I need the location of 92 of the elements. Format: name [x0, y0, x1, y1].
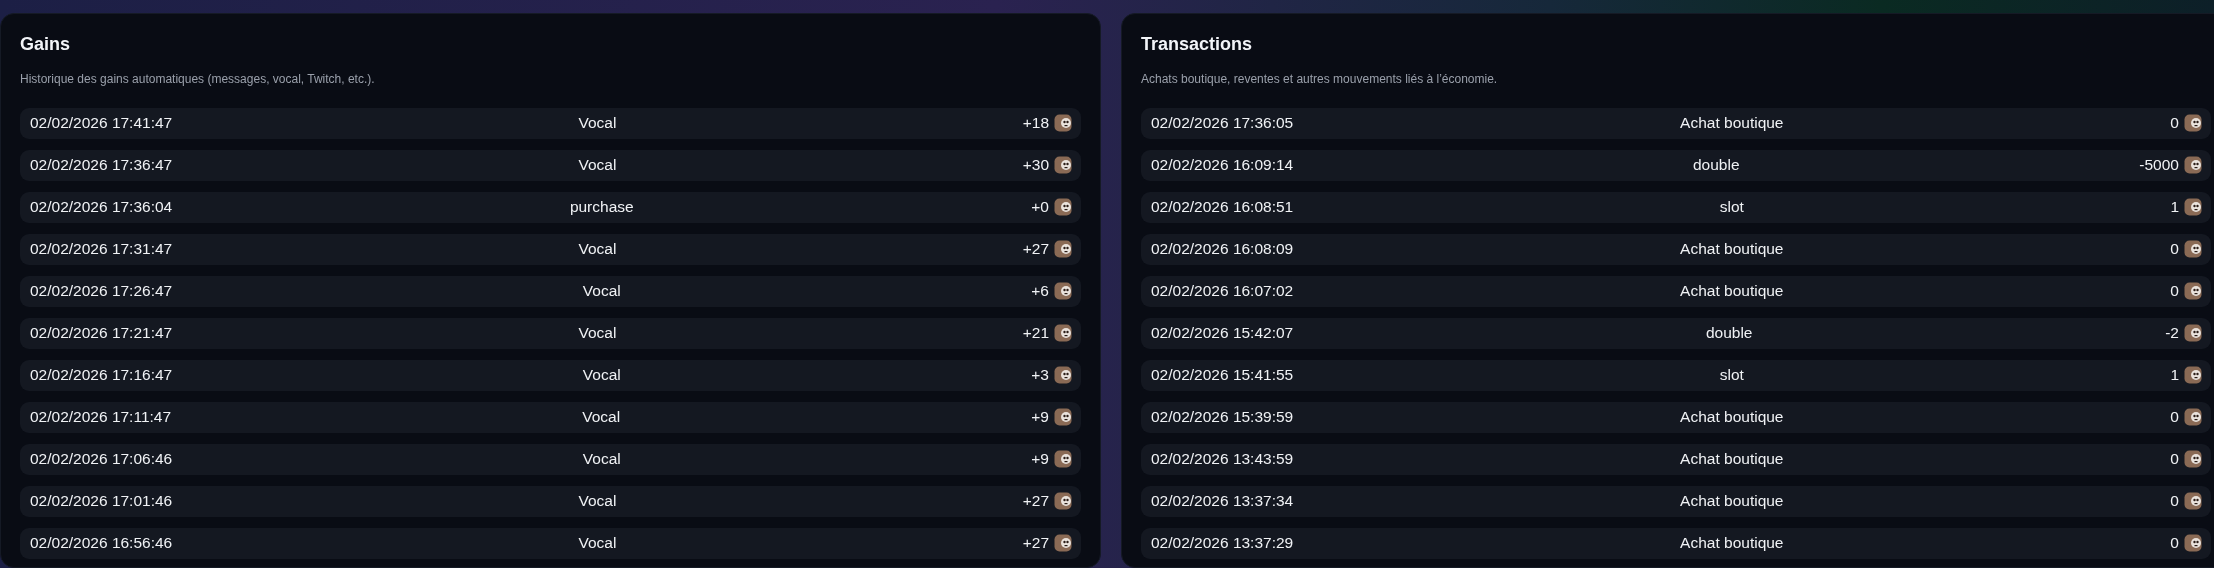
row-label: Achat boutique [1680, 281, 1784, 302]
row-date: 02/02/2026 17:36:47 [30, 155, 173, 176]
row-date: 02/02/2026 13:43:59 [1151, 449, 1294, 470]
token-icon [1054, 492, 1072, 511]
row-date: 02/02/2026 13:37:29 [1151, 533, 1294, 554]
row-date: 02/02/2026 16:09:14 [1151, 155, 1294, 176]
row-date: 02/02/2026 17:21:47 [30, 323, 173, 344]
row-date: 02/02/2026 17:11:47 [30, 407, 172, 428]
row-label: Vocal [582, 407, 621, 428]
row-label: slot [1719, 197, 1744, 218]
row-amount: 0 [2170, 533, 2179, 554]
panel-subtitle: Historique des gains automatiques (messages, vocal, Twitch, etc.). [20, 70, 376, 88]
row-amount: +18 [1022, 113, 1049, 134]
row-date: 02/02/2026 17:31:47 [30, 239, 173, 260]
row-amount: +21 [1022, 323, 1049, 344]
row-amount: +9 [1031, 407, 1049, 428]
row-amount: +9 [1031, 449, 1049, 470]
row-amount: +30 [1022, 155, 1049, 176]
row-amount: -5000 [2139, 155, 2179, 176]
row-label: Vocal [582, 281, 621, 302]
token-icon [2184, 114, 2202, 133]
panel-subtitle: Achats boutique, reventes et autres mouvements liés à l’économie. [1141, 70, 1499, 88]
row-amount: 1 [2170, 365, 2179, 386]
row-date: 02/02/2026 13:37:34 [1151, 491, 1294, 512]
row-date: 02/02/2026 17:26:47 [30, 281, 173, 302]
token-icon [1054, 114, 1072, 133]
token-icon [2184, 240, 2202, 259]
token-icon [2184, 366, 2202, 385]
row-date: 02/02/2026 17:16:47 [30, 365, 173, 386]
row-label: Vocal [578, 155, 617, 176]
panel-title: Gains [20, 34, 72, 56]
row-label: Achat boutique [1680, 449, 1784, 470]
row-date: 02/02/2026 17:41:47 [30, 113, 173, 134]
row-label: Vocal [578, 113, 617, 134]
row-date: 02/02/2026 17:06:46 [30, 449, 173, 470]
token-icon [1054, 156, 1072, 175]
row-amount: -2 [2165, 323, 2179, 344]
token-icon [2184, 282, 2202, 301]
row-amount: 0 [2170, 239, 2179, 260]
row-date: 02/02/2026 15:39:59 [1151, 407, 1294, 428]
row-label: double [1693, 155, 1740, 176]
row-label: Achat boutique [1680, 407, 1784, 428]
row-date: 02/02/2026 16:56:46 [30, 533, 173, 554]
token-icon [2184, 156, 2202, 175]
row-label: Achat boutique [1680, 491, 1784, 512]
row-date: 02/02/2026 17:36:04 [30, 197, 173, 218]
row-amount: 0 [2170, 281, 2179, 302]
token-icon [1054, 240, 1072, 259]
row-label: slot [1719, 365, 1744, 386]
token-icon [2184, 492, 2202, 511]
token-icon [2184, 324, 2202, 343]
row-date: 02/02/2026 17:36:05 [1151, 113, 1294, 134]
token-icon [1054, 450, 1072, 469]
token-icon [1054, 198, 1072, 217]
row-amount: 0 [2170, 113, 2179, 134]
row-label: Vocal [578, 239, 617, 260]
row-label: Vocal [578, 533, 617, 554]
token-icon [1054, 324, 1072, 343]
row-amount: +6 [1031, 281, 1049, 302]
row-date: 02/02/2026 16:07:02 [1151, 281, 1294, 302]
row-amount: +0 [1031, 197, 1049, 218]
token-icon [2184, 198, 2202, 217]
row-label: Achat boutique [1680, 239, 1784, 260]
row-amount: 1 [2170, 197, 2179, 218]
token-icon [1054, 408, 1072, 427]
token-icon [1054, 366, 1072, 385]
row-date: 02/02/2026 16:08:51 [1151, 197, 1294, 218]
token-icon [2184, 534, 2202, 553]
row-amount: 0 [2170, 407, 2179, 428]
row-label: Achat boutique [1680, 533, 1784, 554]
row-amount: +27 [1022, 533, 1049, 554]
row-amount: 0 [2170, 449, 2179, 470]
token-icon [2184, 408, 2202, 427]
panel-title: Transactions [1141, 34, 1254, 56]
row-amount: +27 [1022, 491, 1049, 512]
row-date: 02/02/2026 15:42:07 [1151, 323, 1294, 344]
row-label: Achat boutique [1680, 113, 1784, 134]
token-icon [2184, 450, 2202, 469]
token-icon [1054, 282, 1072, 301]
row-label: Vocal [582, 365, 621, 386]
token-icon [1054, 534, 1072, 553]
row-amount: +3 [1031, 365, 1049, 386]
row-date: 02/02/2026 16:08:09 [1151, 239, 1294, 260]
row-amount: 0 [2170, 491, 2179, 512]
row-date: 02/02/2026 15:41:55 [1151, 365, 1294, 386]
row-amount: +27 [1022, 239, 1049, 260]
row-label: Vocal [578, 323, 617, 344]
row-label: Vocal [578, 491, 617, 512]
row-label: double [1705, 323, 1753, 344]
row-label: Vocal [582, 449, 621, 470]
row-date: 02/02/2026 17:01:46 [30, 491, 173, 512]
row-label: purchase [569, 197, 634, 218]
